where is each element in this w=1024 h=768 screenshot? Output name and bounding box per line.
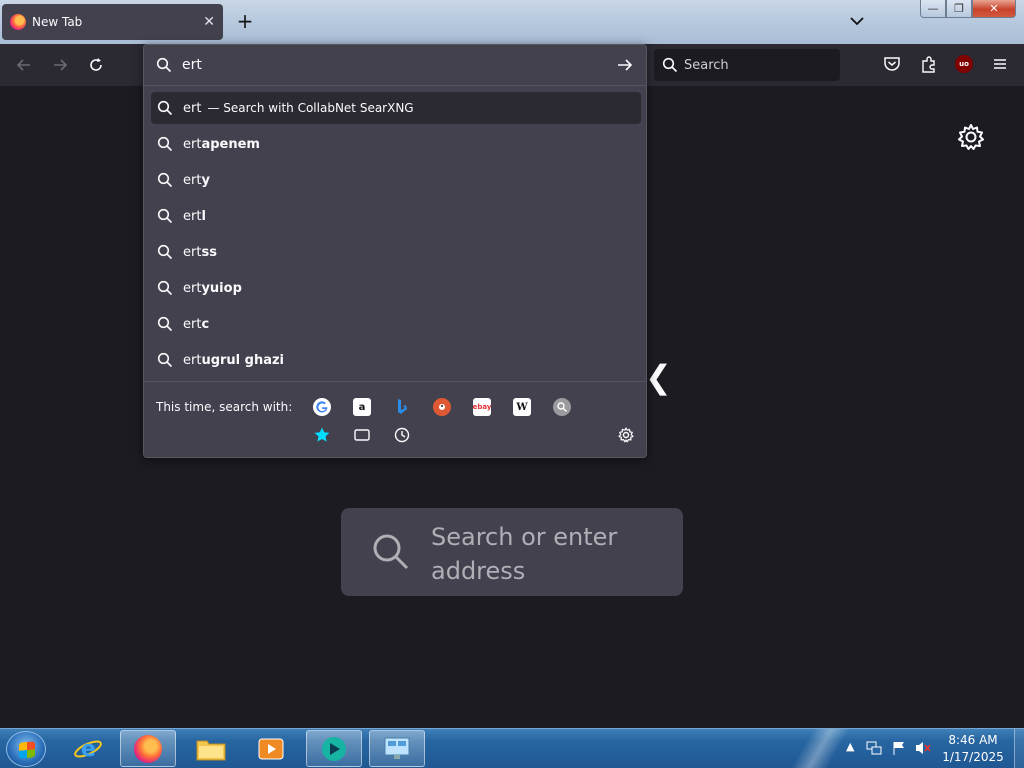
hamburger-menu-icon[interactable] bbox=[990, 54, 1010, 74]
search-icon bbox=[157, 280, 173, 296]
suggestion-row[interactable]: ert y bbox=[151, 164, 641, 196]
extensions-icon[interactable] bbox=[919, 54, 939, 74]
one-off-search-label: This time, search with: bbox=[156, 400, 293, 414]
suggestion-completion: y bbox=[201, 172, 210, 188]
suggestion-row[interactable]: ert ugrul ghazi bbox=[151, 344, 641, 376]
new-tab-button[interactable]: + bbox=[233, 10, 257, 34]
show-desktop-button[interactable] bbox=[1014, 729, 1024, 768]
suggestion-search-with-engine[interactable]: ert — Search with CollabNet SearXNG bbox=[151, 92, 641, 124]
list-all-tabs-button[interactable] bbox=[846, 10, 868, 32]
suggestion-completion: ugrul ghazi bbox=[201, 352, 285, 368]
tab-strip: New Tab ✕ + — ❐ ✕ bbox=[0, 0, 1024, 44]
search-icon bbox=[157, 208, 173, 224]
search-icon bbox=[157, 136, 173, 152]
google-icon[interactable] bbox=[313, 398, 331, 416]
maximize-button[interactable]: ❐ bbox=[946, 0, 972, 18]
history-icon[interactable] bbox=[393, 426, 411, 444]
tab-title: New Tab bbox=[32, 15, 83, 29]
window-controls: — ❐ ✕ bbox=[920, 0, 1016, 18]
system-clock[interactable]: 8:46 AM 1/17/2025 bbox=[938, 732, 1008, 766]
show-hidden-icons-button[interactable]: ▲ bbox=[846, 740, 854, 753]
suggestion-completion: apenem bbox=[201, 136, 260, 152]
chevron-down-icon bbox=[850, 17, 864, 26]
suggestion-completion: yuiop bbox=[201, 280, 242, 296]
search-icon bbox=[157, 172, 173, 188]
close-window-button[interactable]: ✕ bbox=[972, 0, 1016, 18]
suggestion-row[interactable]: ert apenem bbox=[151, 128, 641, 160]
suggestion-text: ert bbox=[183, 100, 202, 116]
search-icon bbox=[157, 352, 173, 368]
wikipedia-icon[interactable]: W bbox=[513, 398, 531, 416]
svg-text:e: e bbox=[81, 737, 96, 762]
divider bbox=[144, 381, 646, 382]
clock-date: 1/17/2025 bbox=[942, 750, 1004, 764]
ublock-origin-icon[interactable]: uo bbox=[955, 55, 973, 73]
search-icon bbox=[373, 534, 409, 570]
search-icon bbox=[156, 57, 172, 73]
urlbar-input[interactable] bbox=[182, 55, 602, 75]
suggestion-typed-part: ert bbox=[183, 352, 202, 368]
firefox-wordmark-fragment: ❮ bbox=[645, 358, 672, 396]
suggestion-typed-part: ert bbox=[183, 172, 202, 188]
suggestion-row[interactable]: ert yuiop bbox=[151, 272, 641, 304]
settings-gear-icon[interactable] bbox=[956, 122, 986, 152]
search-icon bbox=[662, 57, 678, 73]
start-button[interactable] bbox=[6, 731, 46, 767]
firefox-icon bbox=[10, 14, 26, 30]
urlbar-input-row bbox=[144, 45, 646, 85]
newtab-search-box[interactable]: Search or enter address bbox=[341, 508, 683, 596]
search-icon bbox=[157, 244, 173, 260]
suggestion-typed-part: ert bbox=[183, 208, 202, 224]
ebay-icon[interactable]: ebay bbox=[473, 398, 491, 416]
suggestion-action: — Search with CollabNet SearXNG bbox=[207, 101, 414, 115]
suggestion-typed-part: ert bbox=[183, 316, 202, 332]
clock-time: 8:46 AM bbox=[948, 733, 998, 747]
suggestion-completion: c bbox=[201, 316, 210, 332]
back-icon[interactable] bbox=[14, 55, 34, 75]
media-player-icon[interactable] bbox=[243, 730, 299, 767]
suggestion-completion: l bbox=[201, 208, 206, 224]
remote-desktop-icon[interactable] bbox=[369, 730, 425, 767]
reload-icon[interactable] bbox=[86, 55, 106, 75]
suggestion-row[interactable]: ert c bbox=[151, 308, 641, 340]
tab-new-tab[interactable]: New Tab ✕ bbox=[2, 4, 223, 40]
file-explorer-icon[interactable] bbox=[183, 730, 239, 767]
suggestion-typed-part: ert bbox=[183, 244, 202, 260]
go-arrow-icon[interactable] bbox=[616, 56, 634, 74]
search-icon bbox=[157, 100, 173, 116]
internet-explorer-icon[interactable]: e bbox=[60, 730, 116, 767]
duckduckgo-icon[interactable] bbox=[433, 398, 451, 416]
divider bbox=[144, 85, 646, 86]
app-icon[interactable] bbox=[306, 730, 362, 767]
bookmarks-icon[interactable] bbox=[313, 426, 331, 444]
suggestion-typed-part: ert bbox=[183, 280, 202, 296]
forward-icon[interactable] bbox=[50, 55, 70, 75]
amazon-icon[interactable]: a bbox=[353, 398, 371, 416]
search-icon bbox=[157, 316, 173, 332]
urlbar-popup: ert — Search with CollabNet SearXNG erta… bbox=[143, 44, 647, 458]
bing-icon[interactable] bbox=[393, 398, 411, 416]
suggestion-typed-part: ert bbox=[183, 136, 202, 152]
volume-muted-icon[interactable] bbox=[914, 740, 932, 756]
search-settings-gear-icon[interactable] bbox=[617, 426, 635, 444]
action-center-flag-icon[interactable] bbox=[891, 740, 907, 756]
firefox-icon[interactable] bbox=[120, 730, 176, 767]
suggestion-completion: ss bbox=[201, 244, 217, 260]
network-icon[interactable] bbox=[866, 740, 882, 756]
tabs-icon[interactable] bbox=[353, 426, 371, 444]
searxng-icon[interactable] bbox=[553, 398, 571, 416]
search-bar[interactable]: Search bbox=[654, 49, 840, 81]
newtab-search-placeholder: Search or enter address bbox=[431, 523, 618, 585]
minimize-button[interactable]: — bbox=[920, 0, 946, 18]
suggestion-row[interactable]: ert l bbox=[151, 200, 641, 232]
pocket-icon[interactable] bbox=[882, 54, 902, 74]
windows-logo-icon bbox=[19, 741, 35, 759]
suggestion-row[interactable]: ert ss bbox=[151, 236, 641, 268]
tab-close-button[interactable]: ✕ bbox=[203, 14, 215, 30]
search-bar-placeholder: Search bbox=[684, 57, 729, 73]
